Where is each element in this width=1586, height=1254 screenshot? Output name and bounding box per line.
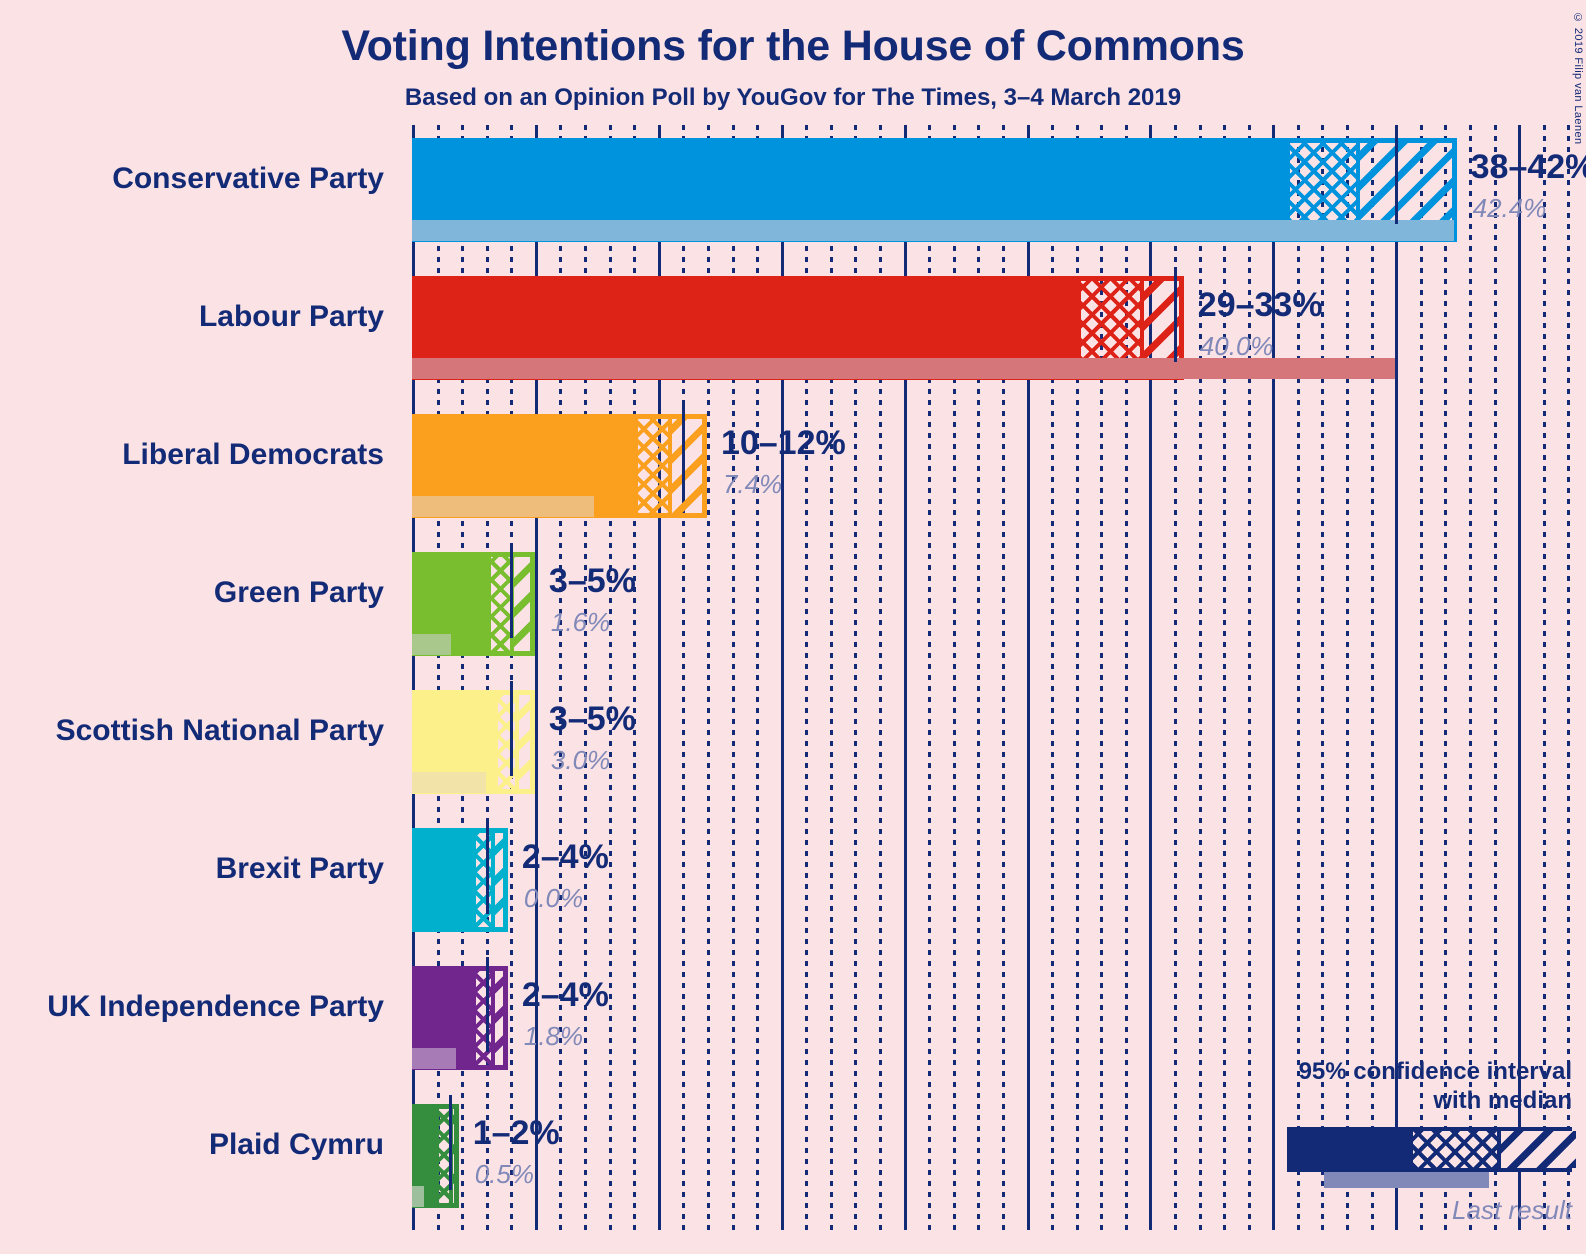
chart-root: Voting Intentions for the House of Commo… [0,0,1586,1254]
ci-range-label: 10–12% [720,424,846,462]
median-line [682,405,686,500]
ci-range-label: 1–2% [472,1114,560,1152]
legend-crosshatch-swatch [1413,1131,1497,1168]
last-result-label: 42.4% [1472,193,1547,223]
median-line [510,543,514,638]
category-label: Liberal Democrats [122,438,384,471]
legend-last-result-label: Last result [1452,1195,1572,1225]
category-label: Conservative Party [112,162,384,195]
last-result-label: 3.0% [550,745,611,775]
bar-outline [412,828,508,932]
last-result-label: 7.4% [722,469,783,499]
category-label: UK Independence Party [47,990,384,1023]
ci-range-label: 3–5% [548,700,636,738]
bar-row: 38–42% 42.4% [412,129,1586,242]
legend-ci-bar [1287,1127,1576,1172]
legend-last-result-swatch [1324,1172,1489,1188]
legend-diagonal-swatch [1497,1131,1576,1168]
category-label: Scottish National Party [55,714,384,747]
bar-row: 29–33% 40.0% [412,267,1586,380]
last-result-bar [412,634,452,655]
category-label: Labour Party [198,300,384,333]
category-label: Green Party [213,576,384,609]
last-result-label: 0.5% [474,1159,534,1189]
median-line [485,819,489,914]
chart-subtitle: Based on an Opinion Poll by YouGov for T… [404,84,1182,111]
category-labels: Conservative Party Labour Party Liberal De… [0,125,398,1230]
median-line [1173,267,1177,362]
category-label: Brexit Party [215,852,384,885]
chart-title: Voting Intentions for the House of Commo… [341,22,1245,70]
category-label: Plaid Cymru [208,1128,384,1161]
bar-row: 2–4% 0.0% [412,819,1586,932]
bar-row: 3–5% 1.6% [412,543,1586,656]
median-line [485,957,489,1052]
last-result-bar [412,772,486,793]
bar-row: 2–4% 1.8% [412,957,1586,1070]
legend: 95% confidence interval with median Last… [1152,1058,1576,1226]
median-line [448,1095,452,1190]
last-result-label: 0.0% [523,883,584,913]
ci-range-label: 38–42% [1470,148,1586,186]
legend-swatches [1152,1127,1576,1193]
ci-range-label: 29–33% [1197,286,1323,324]
ci-range-label: 2–4% [521,976,609,1014]
last-result-bar [412,496,594,517]
last-result-bar [412,1186,425,1207]
legend-caption: 95% confidence interval with median [1152,1058,1572,1115]
median-line [1395,129,1399,224]
ci-range-label: 3–5% [548,562,636,600]
last-result-label: 1.6% [550,607,611,637]
last-result-label: 1.8% [523,1021,584,1051]
bar-row: 10–12% 7.4% [412,405,1586,518]
legend-caption-line2: with median [1433,1086,1572,1114]
bar-row: 3–5% 3.0% [412,681,1586,794]
last-result-bar [412,220,1455,241]
legend-caption-line1: 95% confidence interval [1298,1058,1572,1086]
last-result-label: 40.0% [1199,331,1274,361]
last-result-bar [412,1048,457,1069]
ci-range-label: 2–4% [521,838,609,876]
median-line [510,681,514,776]
